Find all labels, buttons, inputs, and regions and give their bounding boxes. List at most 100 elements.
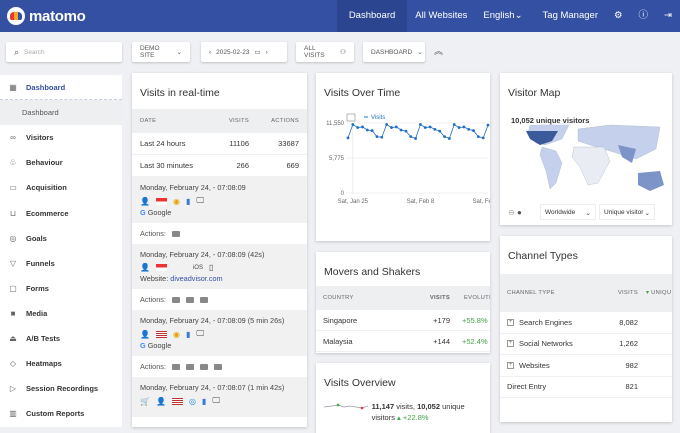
- visits-over-time-widget: Visits Over Time 0 5,775 11,550 Sat, Jan 25…: [316, 73, 490, 241]
- date-label: 2025-02-23: [216, 48, 250, 56]
- sidebar-item-ecommerce[interactable]: ⊔ Ecommerce: [0, 200, 122, 225]
- info-icon[interactable]: ⓘ: [631, 0, 657, 32]
- site-selector[interactable]: DEMO SITE ⌄: [132, 42, 190, 62]
- referrer: Google: [147, 341, 172, 350]
- chrome-icon: ◉: [172, 329, 180, 339]
- data-point: [443, 135, 446, 139]
- flag-us-icon: [155, 330, 167, 338]
- search-input[interactable]: ⌕ Search: [6, 42, 122, 62]
- report-icon: ▥: [9, 409, 17, 419]
- desktop-icon: 🖵: [212, 396, 221, 405]
- dashboard-label: DASHBOARD: [371, 48, 413, 56]
- data-point: [428, 125, 432, 129]
- sidebar-item-forms[interactable]: ▢ Forms: [0, 276, 122, 301]
- sidebar-item-behaviour[interactable]: ♧ Behaviour: [0, 150, 122, 175]
- language-label: English: [483, 10, 515, 21]
- sidebar-item-acquisition[interactable]: ▭ Acquisition: [0, 175, 122, 200]
- col-visits[interactable]: VISITS: [608, 290, 638, 296]
- sidebar-item-dashboard[interactable]: Dashboard: [0, 100, 122, 126]
- visit-entry[interactable]: Monday, February 24, - 07:08:09 (5 min 2…: [132, 310, 307, 356]
- date-selector[interactable]: ‹ 2025-02-23 ▭ ›: [201, 42, 287, 62]
- next-period-icon[interactable]: ›: [266, 49, 268, 56]
- table-row[interactable]: + Websites 982: [500, 355, 672, 377]
- folder-icon[interactable]: [199, 363, 208, 370]
- visit-entry[interactable]: Monday, February 24, - 07:08:09 (42s) 👤 i…: [132, 244, 307, 289]
- sidebar-item-a-b-tests[interactable]: ⏏ A/B Tests: [0, 326, 122, 351]
- visits-change: +144: [433, 336, 450, 346]
- actions: 669: [286, 161, 299, 170]
- folder-icon[interactable]: [171, 363, 180, 370]
- nav-dashboard[interactable]: Dashboard: [336, 0, 408, 32]
- folder-icon[interactable]: [213, 363, 222, 370]
- col-unique[interactable]: UNIQU: [651, 290, 671, 296]
- data-point: [399, 128, 403, 132]
- sidebar-item-custom-reports[interactable]: ▥ Custom Reports: [0, 401, 122, 426]
- desktop-icon: 🖵: [196, 196, 205, 205]
- collapse-icon[interactable]: ︽: [434, 44, 443, 57]
- expand-icon[interactable]: +: [507, 318, 514, 326]
- visit-entry[interactable]: Monday, February 24, - 07:08:07 (1 min 4…: [132, 377, 307, 417]
- visits-overview-widget: Visits Overview 11,147 visits, 10,052 un…: [316, 363, 490, 433]
- prev-period-icon[interactable]: ‹: [209, 49, 211, 56]
- widget-title: Channel Types: [508, 250, 578, 262]
- visit-entry[interactable]: Monday, February 24, - 07:08:09 👤 ◉ ▮ 🖵 G G…: [132, 177, 307, 223]
- table-row[interactable]: Direct Entry 821: [500, 377, 672, 398]
- dashboard-selector[interactable]: DASHBOARD ⌄: [363, 42, 425, 62]
- visitor-profile-icon[interactable]: 👤: [140, 263, 150, 272]
- sidebar-item-label: Behaviour: [26, 158, 63, 168]
- table-row[interactable]: + Search Engines 8,082: [500, 312, 672, 334]
- folder-icon[interactable]: [185, 363, 194, 370]
- sidebar-item-goals[interactable]: ◎ Goals: [0, 226, 122, 251]
- widget-title: Visitor Map: [508, 87, 561, 99]
- folder-icon[interactable]: [199, 296, 208, 303]
- folder-icon[interactable]: [171, 230, 180, 237]
- channel-name: Search Engines: [519, 317, 572, 327]
- actions: 33687: [278, 139, 299, 148]
- nav-language[interactable]: English⌄: [475, 0, 530, 32]
- matomo-logo[interactable]: matomo: [7, 7, 86, 25]
- expand-icon[interactable]: +: [507, 340, 514, 348]
- expand-icon[interactable]: +: [507, 361, 514, 369]
- referrer: Google: [147, 208, 172, 217]
- sidebar-item-heatmaps[interactable]: ◇ Heatmaps: [0, 351, 122, 376]
- sidebar-item-label: Ecommerce: [26, 208, 69, 218]
- zoom-out-icon[interactable]: ⊖: [508, 208, 515, 217]
- visitor-profile-icon[interactable]: 👤: [140, 197, 150, 206]
- sidebar-item-session-recordings[interactable]: ▷ Session Recordings: [0, 376, 122, 401]
- site-label: DEMO SITE: [140, 45, 160, 59]
- globe-icon[interactable]: ●: [517, 208, 522, 217]
- visits-line-chart[interactable]: 0 5,775 11,550 Sat, Jan 25 Sat, Feb 8 Sat, Fe…: [316, 109, 490, 239]
- y-tick-label: 0: [341, 191, 345, 197]
- sidebar-item-funnels[interactable]: ▽ Funnels: [0, 251, 122, 276]
- folder-icon[interactable]: [171, 296, 180, 303]
- data-point: [414, 137, 417, 140]
- search-placeholder: Search: [24, 48, 45, 56]
- visitor-profile-icon[interactable]: 👤: [156, 397, 166, 406]
- logout-icon[interactable]: ⇥: [656, 0, 680, 32]
- y-tick-label: 11,550: [326, 121, 345, 127]
- sidebar-item-media[interactable]: ■ Media: [0, 301, 122, 326]
- sidebar-item-dashboard[interactable]: ▦ Dashboard: [0, 75, 122, 101]
- os-icon: ▮: [185, 329, 191, 339]
- data-point: [467, 127, 471, 131]
- segment-selector[interactable]: ALL VISITS ⚇: [296, 42, 354, 62]
- unique-count: 10,052: [417, 402, 441, 411]
- sidebar-item-visitors[interactable]: ∞ Visitors: [0, 125, 122, 150]
- nav-tag-manager[interactable]: Tag Manager: [531, 0, 606, 32]
- table-row[interactable]: Malaysia +144 +52.4%: [316, 331, 490, 352]
- actions-label: Actions:: [140, 362, 166, 371]
- folder-icon[interactable]: [185, 296, 194, 303]
- channel-name: Direct Entry: [507, 382, 547, 392]
- nav-all-websites[interactable]: All Websites: [407, 0, 475, 32]
- table-row[interactable]: Singapore +179 +55.8%: [316, 310, 490, 331]
- table-row[interactable]: + Social Networks 1,262: [500, 334, 672, 355]
- metric-select[interactable]: Unique visitor ⌄: [599, 204, 655, 220]
- visitor-profile-icon[interactable]: 👤: [140, 330, 150, 339]
- chevron-down-icon: ⌄: [176, 49, 182, 56]
- website-link[interactable]: diveadvisor.com: [170, 274, 222, 283]
- x-tick-label: Sat, Feb 8: [407, 199, 435, 205]
- gear-icon[interactable]: ⚙: [606, 0, 631, 32]
- y-tick-label: 5,775: [329, 156, 345, 162]
- region-select[interactable]: Worldwide ⌄: [540, 204, 596, 220]
- data-point: [365, 128, 369, 132]
